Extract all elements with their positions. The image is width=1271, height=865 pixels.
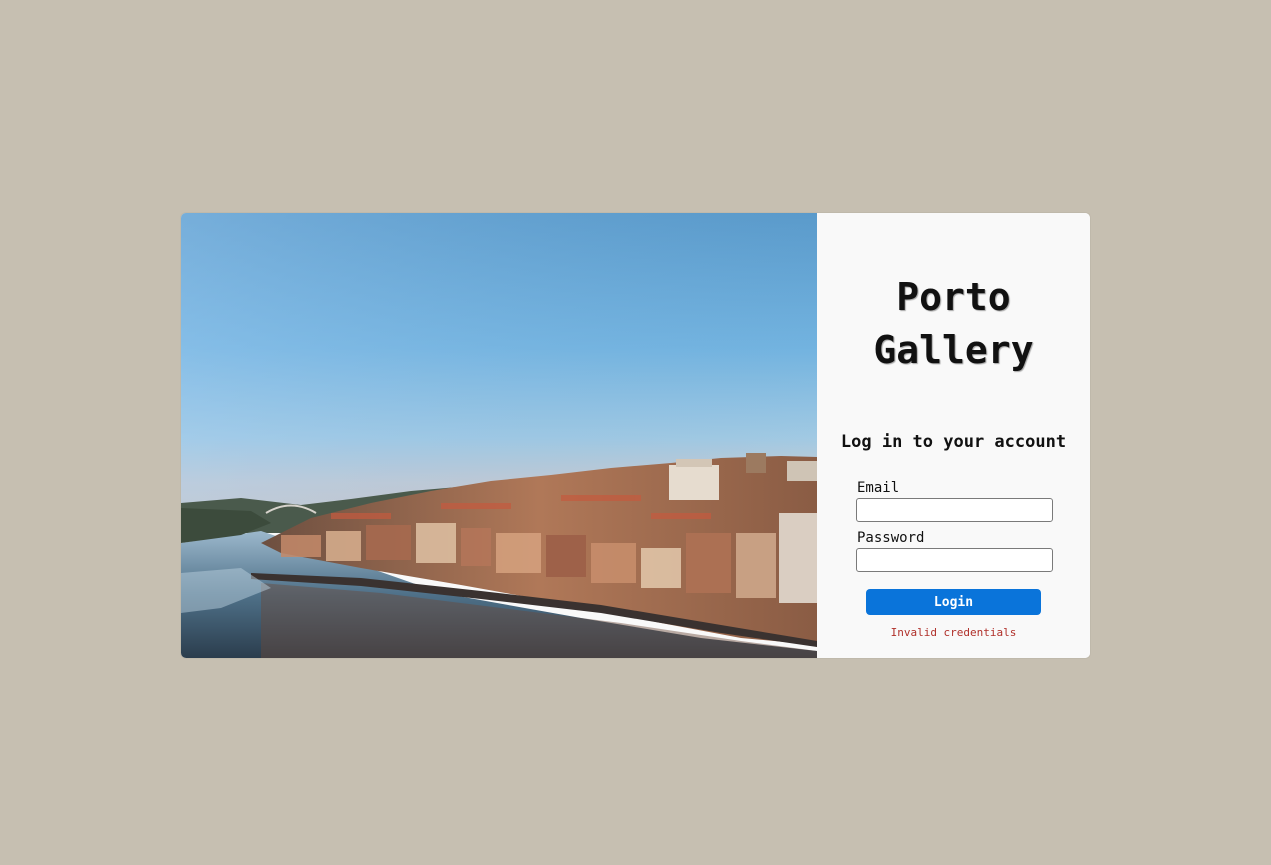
- login-button[interactable]: Login: [866, 589, 1041, 615]
- error-message: Invalid credentials: [890, 626, 1017, 639]
- login-card: Porto Gallery Log in to your account Ema…: [181, 213, 1090, 658]
- password-label: Password: [857, 530, 925, 546]
- login-panel: Porto Gallery Log in to your account Ema…: [817, 213, 1090, 658]
- password-field[interactable]: [856, 548, 1053, 572]
- brand-title-line1: Porto: [896, 275, 1011, 319]
- email-label: Email: [857, 480, 900, 496]
- brand-title: Porto Gallery: [817, 271, 1090, 377]
- email-field[interactable]: [856, 498, 1053, 522]
- hero-photo: [181, 213, 817, 658]
- brand-title-line2: Gallery: [873, 328, 1034, 372]
- login-heading: Log in to your account: [840, 432, 1067, 452]
